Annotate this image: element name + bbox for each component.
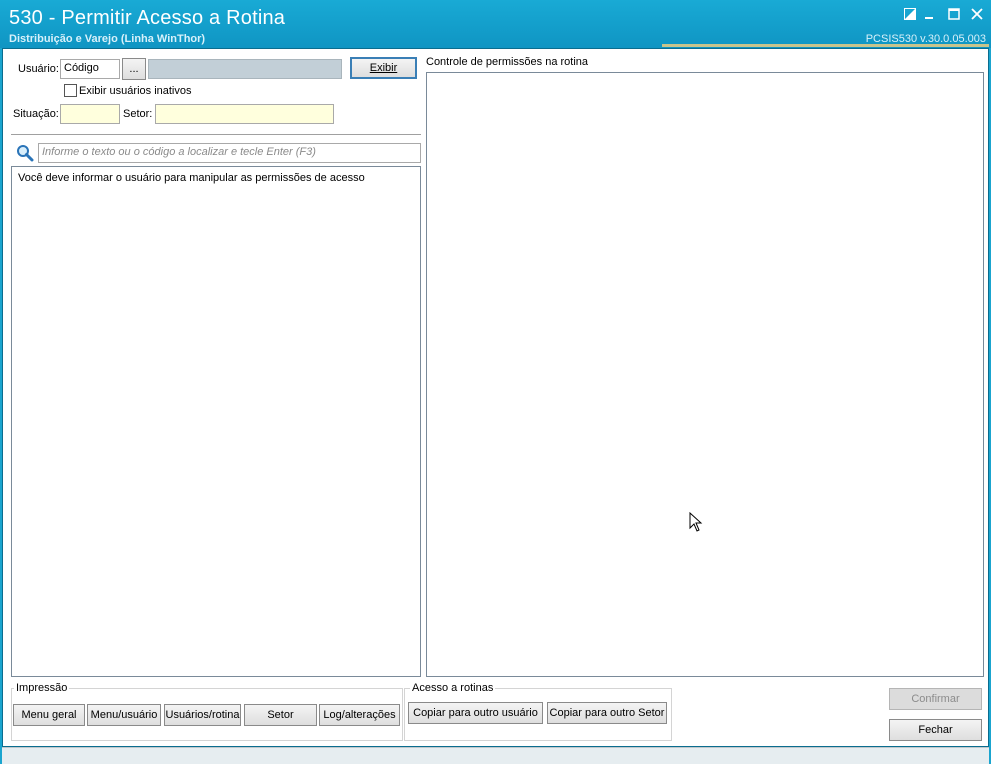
client-area: Usuário: Código ... Exibir Exibir usuári… [2,48,989,747]
setor-input[interactable] [155,104,334,124]
acesso-title: Acesso a rotinas [410,682,496,694]
usuarios-panel[interactable]: Você deve informar o usuário para manipu… [11,166,421,677]
exibir-button-label: Exibir [369,62,398,74]
search-icon [16,144,34,162]
window-subtitle: Distribuição e Varejo (Linha WinThor) [9,33,206,45]
copiar-usuario-button[interactable]: Copiar para outro usuário [408,702,543,724]
setor-button[interactable]: Setor [244,704,317,726]
menu-geral-button[interactable]: Menu geral [13,704,85,726]
log-alteracoes-button[interactable]: Log/alterações [319,704,400,726]
title-bar: 530 - Permitir Acesso a Rotina Distribui… [0,0,991,48]
confirmar-button[interactable]: Confirmar [889,688,982,710]
exibir-button[interactable]: Exibir [350,57,417,79]
situacao-input[interactable] [60,104,120,124]
usuarios-rotina-button[interactable]: Usuários/rotina [164,704,241,726]
permissoes-title: Controle de permissões na rotina [426,56,589,68]
restore-layout-icon[interactable] [901,8,919,24]
search-input[interactable]: Informe o texto ou o código a localizar … [38,143,421,163]
usuario-lookup-button[interactable]: ... [122,58,146,80]
fechar-button-label: Fechar [918,724,953,736]
permissoes-panel[interactable] [426,72,984,677]
mouse-cursor-icon [689,511,703,532]
inativos-label: Exibir usuários inativos [79,85,192,97]
copiar-setor-button[interactable]: Copiar para outro Setor [547,702,667,724]
usuario-codigo-input[interactable]: Código [60,59,120,79]
fechar-button[interactable]: Fechar [889,719,982,741]
usuarios-panel-message: Você deve informar o usuário para manipu… [18,172,365,184]
menu-usuario-button[interactable]: Menu/usuário [87,704,161,726]
confirmar-button-label: Confirmar [911,693,960,705]
usuario-label: Usuário: [18,63,59,75]
impressao-title: Impressão [14,682,70,694]
title-accent-bar [662,44,989,47]
filters-separator [11,134,421,135]
usuario-nome-field [148,59,342,79]
minimize-icon[interactable] [920,8,938,24]
window-title: 530 - Permitir Acesso a Rotina [9,7,286,29]
setor-label: Setor: [123,108,153,120]
close-icon[interactable] [968,8,986,24]
situacao-label: Situação: [13,108,59,120]
status-bar [2,747,989,764]
maximize-icon[interactable] [945,8,963,24]
inativos-checkbox[interactable] [64,84,77,97]
